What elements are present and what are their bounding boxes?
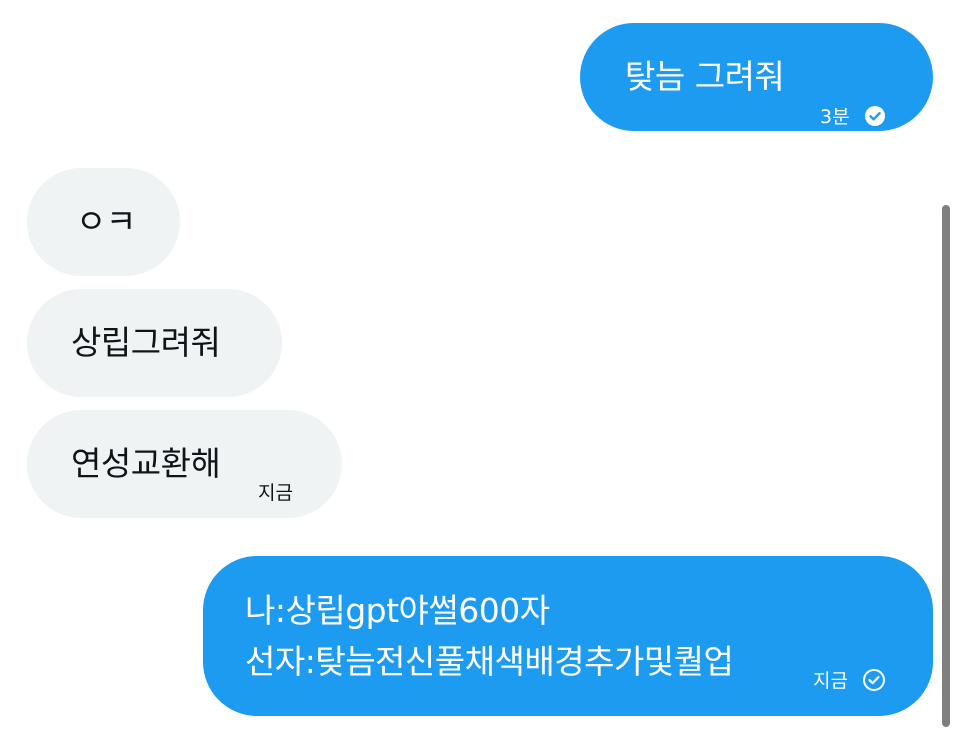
message-bubble-incoming[interactable]: 상립그려줘 [27,289,282,397]
message-bubble-outgoing[interactable]: 탖늠 그려줘 3분 [580,23,933,131]
message-meta: 지금 [258,478,293,505]
message-time: 지금 [258,482,293,504]
message-line: 선자:탖늠전신풀채색배경추가및퀄업 [245,642,734,681]
message-time: 지금 [813,670,848,692]
dm-conversation: 탖늠 그려줘 3분 ㅇㅋ 상립그려줘 연성교환해 지금 나:상립gpt야썰600… [0,0,959,735]
message-bubble-outgoing[interactable]: 나:상립gpt야썰600자 선자:탖늠전신풀채색배경추가및퀄업 지금 [203,556,933,716]
message-text: 상립그려줘 [71,323,221,362]
message-text: 탖늠 그려줘 [625,57,785,96]
message-bubble-incoming[interactable]: ㅇㅋ [27,168,180,276]
message-meta: 3분 [820,102,886,129]
message-meta: 지금 [813,666,886,693]
check-filled-icon [864,105,886,127]
message-bubble-incoming[interactable]: 연성교환해 지금 [27,410,342,518]
message-line: 나:상립gpt야썰600자 [245,591,550,630]
scrollbar[interactable] [942,205,950,727]
check-outline-icon [862,668,886,692]
message-time: 3분 [820,106,850,128]
message-text: ㅇㅋ [76,202,136,241]
message-text: 연성교환해 [71,444,221,483]
message-text: 나:상립gpt야썰600자 선자:탖늠전신풀채색배경추가및퀄업 [245,585,734,687]
